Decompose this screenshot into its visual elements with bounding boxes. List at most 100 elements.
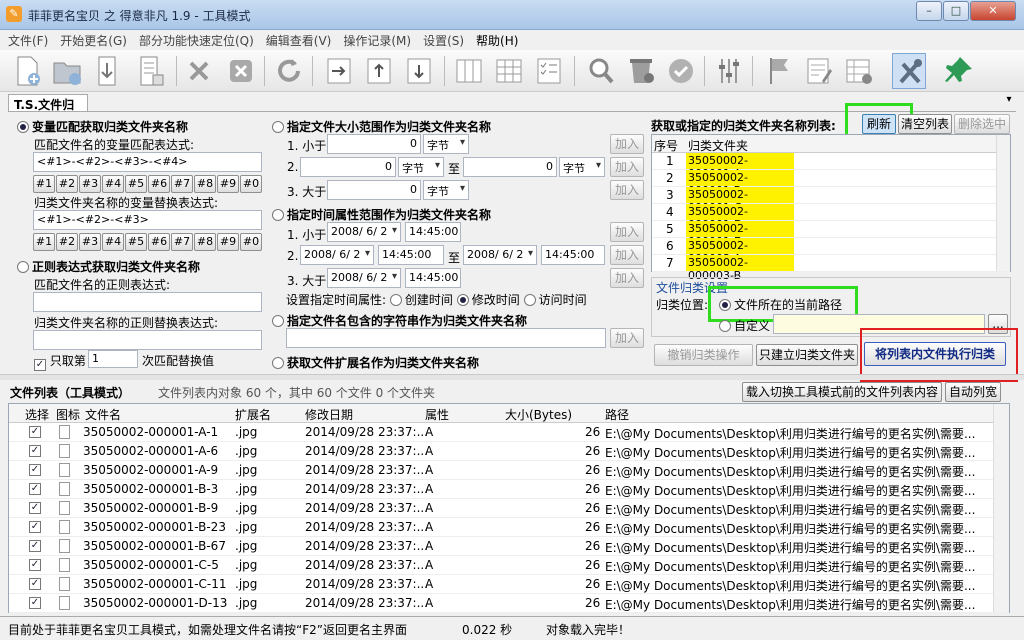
- document-list-icon[interactable]: [134, 53, 168, 89]
- radio-current-path[interactable]: [719, 299, 731, 311]
- table-row[interactable]: ✓ 35050002-000001-B-9 .jpg 2014/09/28 23:37…: [9, 499, 1009, 518]
- auto-column-width-button[interactable]: 自动列宽: [945, 382, 1001, 402]
- opt-regex[interactable]: 正则表达式获取归类文件夹名称: [17, 258, 200, 275]
- match-expr-input[interactable]: <#1>-<#2>-<#3>-<#4>: [33, 152, 262, 172]
- time-1-add-button[interactable]: 加入: [610, 222, 644, 242]
- size-3-input[interactable]: 0: [327, 180, 421, 200]
- hash-button[interactable]: #7: [171, 175, 193, 193]
- add-folder-icon[interactable]: [50, 53, 84, 89]
- hash-button[interactable]: #5: [125, 233, 147, 251]
- radio-create-time[interactable]: [389, 294, 402, 306]
- hash-button[interactable]: #0: [240, 175, 262, 193]
- trash-icon[interactable]: [624, 53, 658, 89]
- edit-doc-icon[interactable]: [802, 53, 836, 89]
- grid-icon[interactable]: [492, 53, 526, 89]
- table-row[interactable]: ✓ 35050002-000001-A-6 .jpg 2014/09/28 23:37…: [9, 442, 1009, 461]
- pos-custom-option[interactable]: 自定义: [719, 317, 770, 334]
- folder-row[interactable]: 3 35050002-000001-C: [652, 187, 1010, 214]
- file-list-scrollbar[interactable]: [993, 404, 1009, 612]
- col-select-header[interactable]: 选择: [25, 406, 49, 423]
- pos-current-option[interactable]: 文件所在的当前路径: [719, 296, 842, 313]
- cell-checkbox[interactable]: ✓: [29, 521, 41, 533]
- col-size-header[interactable]: 大小(Bytes): [505, 406, 572, 423]
- col-attr-header[interactable]: 属性: [425, 406, 449, 423]
- opt-extension[interactable]: 获取文件扩展名作为归类文件夹名称: [272, 354, 479, 371]
- table-row[interactable]: ✓ 35050002-000001-C-5 .jpg 2014/09/28 23:37…: [9, 556, 1009, 575]
- hash-button[interactable]: #6: [148, 233, 170, 251]
- hash-button[interactable]: #2: [56, 175, 78, 193]
- move-right-icon[interactable]: [322, 53, 356, 89]
- time-2-to-time-input[interactable]: 14:45:00: [541, 245, 605, 265]
- cell-checkbox[interactable]: ✓: [29, 597, 41, 609]
- move-up-icon[interactable]: [362, 53, 396, 89]
- cell-checkbox[interactable]: ✓: [29, 502, 41, 514]
- table-row[interactable]: ✓ 35050002-000001-B-67 .jpg 2014/09/28 23:3…: [9, 537, 1009, 556]
- menu-help[interactable]: 帮助(H): [470, 30, 524, 51]
- only-take-input[interactable]: 1: [88, 350, 138, 368]
- clear-list-button[interactable]: 清空列表: [898, 114, 952, 134]
- cell-checkbox[interactable]: ✓: [29, 426, 41, 438]
- hash-button[interactable]: #2: [56, 233, 78, 251]
- move-down-icon[interactable]: [402, 53, 436, 89]
- radio-time-range[interactable]: [272, 209, 284, 221]
- time-2-from-time-input[interactable]: 14:45:00: [378, 245, 444, 265]
- radio-regex[interactable]: [17, 261, 29, 273]
- size-2-add-button[interactable]: 加入: [610, 157, 644, 177]
- time-3-time-input[interactable]: 14:45:00: [405, 268, 461, 288]
- col-date-header[interactable]: 修改日期: [305, 406, 353, 423]
- cell-checkbox[interactable]: ✓: [29, 445, 41, 457]
- size-2-to-unit-select[interactable]: 字节: [559, 157, 605, 177]
- refresh-icon[interactable]: [272, 53, 306, 89]
- folder-list-scrollbar[interactable]: [996, 135, 1010, 271]
- hash-button[interactable]: #1: [33, 175, 55, 193]
- clear-icon[interactable]: [224, 53, 258, 89]
- radio-variable-match[interactable]: [17, 121, 29, 133]
- hash-button[interactable]: #7: [171, 233, 193, 251]
- tab-dropdown-icon[interactable]: ▾: [1002, 94, 1016, 108]
- hash-button[interactable]: #4: [102, 233, 124, 251]
- check-circle-icon[interactable]: [664, 53, 698, 89]
- table-row[interactable]: ✓ 35050002-000001-C-11 .jpg 2014/09/28 23:3…: [9, 575, 1009, 594]
- cell-checkbox[interactable]: ✓: [29, 464, 41, 476]
- col-path-header[interactable]: 路径: [605, 406, 629, 423]
- size-2-from-input[interactable]: 0: [300, 157, 396, 177]
- size-1-unit-select[interactable]: 字节: [423, 134, 469, 154]
- cell-checkbox[interactable]: ✓: [29, 483, 41, 495]
- hash-button[interactable]: #6: [148, 175, 170, 193]
- only-take-checkbox[interactable]: ✓: [34, 359, 46, 371]
- splitter[interactable]: [0, 374, 1024, 380]
- folder-row[interactable]: 2 35050002-000001-B: [652, 170, 1010, 197]
- table-settings-icon[interactable]: [842, 53, 876, 89]
- radio-modify-time[interactable]: [456, 294, 469, 306]
- time-2-to-date-picker[interactable]: 2008/ 6/ 2: [463, 245, 537, 265]
- size-2-to-input[interactable]: 0: [463, 157, 557, 177]
- contains-add-button[interactable]: 加入: [610, 328, 644, 348]
- radio-size-range[interactable]: [272, 121, 284, 133]
- time-3-add-button[interactable]: 加入: [610, 268, 644, 288]
- folder-row[interactable]: 7 35050002-000003-B: [652, 255, 1010, 282]
- menu-settings[interactable]: 设置(S): [417, 30, 470, 51]
- time-1-date-picker[interactable]: 2008/ 6/ 2: [327, 222, 401, 242]
- table-row[interactable]: ✓ 35050002-000001-D-13 .jpg 2014/09/28 23:3…: [9, 594, 1009, 613]
- cell-checkbox[interactable]: ✓: [29, 559, 41, 571]
- import-icon[interactable]: [92, 53, 126, 89]
- menu-history[interactable]: 操作记录(M): [337, 30, 417, 51]
- hash-button[interactable]: #9: [217, 175, 239, 193]
- table-row[interactable]: ✓ 35050002-000001-A-9 .jpg 2014/09/28 23:37…: [9, 461, 1009, 480]
- cell-checkbox[interactable]: ✓: [29, 540, 41, 552]
- hash-button[interactable]: #8: [194, 175, 216, 193]
- menu-file[interactable]: 文件(F): [0, 30, 54, 51]
- flag-icon[interactable]: [762, 53, 796, 89]
- folder-row[interactable]: 6 35050002-000003-A: [652, 238, 1010, 265]
- menu-edit-view[interactable]: 编辑查看(V): [260, 30, 338, 51]
- hash-button[interactable]: #8: [194, 233, 216, 251]
- table-row[interactable]: ✓ 35050002-000001-A-1 .jpg 2014/09/28 23:37…: [9, 423, 1009, 442]
- folder-row[interactable]: 1 35050002-000001-A: [652, 153, 1010, 180]
- regex-replace-input[interactable]: [33, 330, 262, 350]
- size-2-from-unit-select[interactable]: 字节: [398, 157, 444, 177]
- size-3-add-button[interactable]: 加入: [610, 180, 644, 200]
- undo-classify-button[interactable]: 撤销归类操作: [654, 344, 753, 366]
- execute-classify-button[interactable]: 将列表内文件执行归类: [864, 342, 1006, 366]
- search-icon[interactable]: [584, 53, 618, 89]
- radio-custom-path[interactable]: [719, 320, 731, 332]
